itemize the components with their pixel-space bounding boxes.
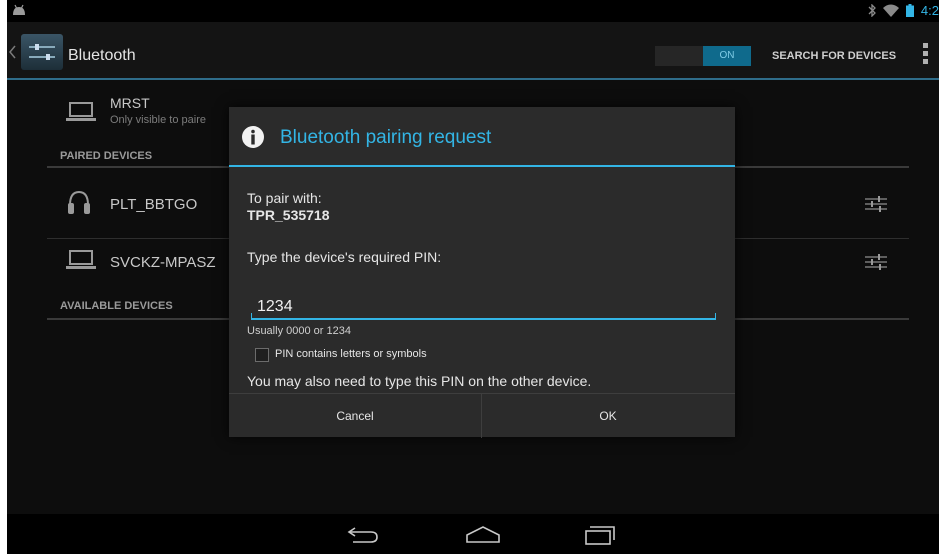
pairing-dialog: Bluetooth pairing request To pair with: … (229, 107, 735, 438)
dialog-title: Bluetooth pairing request (280, 127, 492, 148)
laptop-icon (66, 102, 96, 121)
ok-button[interactable]: OK (482, 394, 734, 438)
pin-input-underline (251, 313, 716, 320)
status-bar: 4:2 (7, 0, 939, 22)
dialog-header: Bluetooth pairing request (229, 107, 735, 167)
navigation-bar (7, 514, 939, 554)
page-title: Bluetooth (68, 47, 136, 64)
this-device-visibility: Only visible to paire (110, 114, 206, 126)
home-icon[interactable] (465, 526, 501, 544)
battery-icon (905, 4, 914, 17)
android-screen: 4:2 Bluetooth ON SEARCH FOR DEVICES MRST (7, 0, 939, 554)
android-icon (13, 4, 25, 15)
pin-note: You may also need to type this PIN on th… (247, 373, 592, 389)
pin-input[interactable] (251, 293, 716, 320)
search-for-devices-button[interactable]: SEARCH FOR DEVICES (772, 50, 896, 62)
dialog-button-bar: Cancel OK (229, 393, 735, 438)
toggle-on-label: ON (703, 46, 751, 66)
recent-apps-icon[interactable] (584, 526, 616, 546)
headset-icon (68, 190, 90, 214)
device-name: SVCKZ-MPASZ (110, 254, 216, 271)
checkbox-label: PIN contains letters or symbols (275, 348, 427, 360)
pin-hint: Usually 0000 or 1234 (247, 325, 351, 337)
pair-with-label: To pair with: (247, 190, 322, 206)
paired-devices-header: PAIRED DEVICES (60, 150, 153, 162)
bluetooth-icon (868, 4, 876, 17)
device-settings-icon[interactable] (865, 253, 887, 271)
up-chevron-icon[interactable] (9, 45, 17, 59)
back-icon[interactable] (347, 526, 379, 544)
bluetooth-settings-icon[interactable] (21, 34, 63, 70)
pin-prompt: Type the device's required PIN: (247, 249, 442, 265)
pin-letters-checkbox[interactable] (255, 348, 269, 362)
laptop-icon (66, 250, 96, 269)
wifi-icon (882, 4, 899, 17)
available-devices-header: AVAILABLE DEVICES (60, 300, 173, 312)
device-name: TPR_535718 (247, 207, 330, 223)
device-settings-icon[interactable] (865, 195, 887, 213)
device-name: PLT_BBTGO (110, 196, 198, 213)
info-icon (242, 126, 264, 148)
action-bar: Bluetooth ON SEARCH FOR DEVICES (7, 22, 939, 80)
bluetooth-toggle[interactable]: ON (655, 46, 751, 66)
cancel-button[interactable]: Cancel (229, 394, 481, 438)
overflow-menu-icon[interactable] (923, 43, 929, 67)
this-device-name: MRST (110, 95, 150, 111)
clock: 4:2 (920, 3, 939, 18)
